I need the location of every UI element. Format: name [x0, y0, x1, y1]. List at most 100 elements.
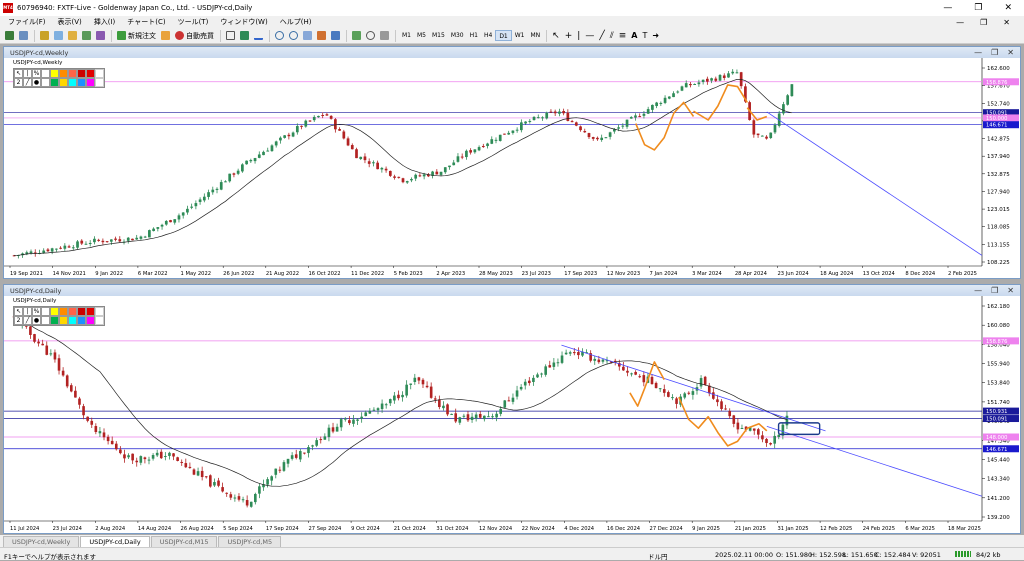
- daily-close-button[interactable]: ✕: [1007, 286, 1014, 295]
- menu-chart[interactable]: チャート(C): [121, 17, 171, 27]
- weekly-chart-window[interactable]: USDJPY-cd,Weekly — ❐ ✕ 162.600 157.670 152…: [3, 46, 1021, 279]
- templates-button[interactable]: [378, 30, 391, 42]
- color-swatch-crimson[interactable]: [86, 307, 95, 316]
- tester-button[interactable]: [94, 30, 107, 42]
- minimize-button[interactable]: —: [943, 3, 952, 13]
- color-swatch-white-2[interactable]: [41, 78, 50, 87]
- metaeditor-button[interactable]: [159, 30, 172, 42]
- daily-minimize-button[interactable]: —: [974, 286, 982, 295]
- color-swatch-cyan[interactable]: [68, 78, 77, 87]
- crosshair-tool-button[interactable]: +: [563, 30, 575, 42]
- pen-icon[interactable]: ╱: [23, 78, 32, 87]
- color-swatch-white-2[interactable]: [41, 316, 50, 325]
- color-swatch-tomato[interactable]: [68, 307, 77, 316]
- menu-file[interactable]: ファイル(F): [2, 17, 52, 27]
- tf-h4[interactable]: H4: [481, 30, 495, 41]
- cursor-tool-button[interactable]: ↖: [550, 30, 562, 42]
- chart-shift-button[interactable]: [315, 30, 328, 42]
- dot-icon[interactable]: ●: [32, 78, 41, 87]
- maximize-button[interactable]: ❐: [974, 3, 982, 13]
- color-swatch-white[interactable]: [41, 69, 50, 78]
- tf-m5[interactable]: M5: [414, 30, 429, 41]
- terminal-button[interactable]: [80, 30, 93, 42]
- menu-insert[interactable]: 挿入(I): [88, 17, 122, 27]
- vertical-line-icon[interactable]: |: [23, 69, 32, 78]
- color-swatch-orange[interactable]: [59, 307, 68, 316]
- color-swatch-magenta[interactable]: [86, 78, 95, 87]
- tf-m1[interactable]: M1: [399, 30, 414, 41]
- vertical-line-icon[interactable]: |: [23, 307, 32, 316]
- color-swatch-tomato[interactable]: [68, 69, 77, 78]
- color-swatch-green[interactable]: [50, 316, 59, 325]
- indicators-button[interactable]: [350, 30, 363, 42]
- line-width-label[interactable]: 2: [14, 316, 23, 325]
- weekly-color-palette[interactable]: ↖ |% 2 ╱ ●: [13, 68, 105, 88]
- mdi-restore-button[interactable]: ❐: [980, 18, 987, 27]
- tile-windows-button[interactable]: [301, 30, 314, 42]
- vline-tool-button[interactable]: |: [575, 30, 582, 42]
- color-swatch-blue[interactable]: [77, 316, 86, 325]
- market-watch-button[interactable]: [38, 30, 51, 42]
- tf-mn[interactable]: MN: [528, 30, 544, 41]
- tf-m15[interactable]: M15: [429, 30, 448, 41]
- hline-tool-button[interactable]: —: [583, 30, 596, 42]
- tab-m15[interactable]: USDJPY-cd,M15: [150, 536, 218, 547]
- tab-m5[interactable]: USDJPY-cd,M5: [218, 536, 282, 547]
- color-swatch-gold[interactable]: [59, 78, 68, 87]
- daily-maximize-button[interactable]: ❐: [991, 286, 998, 295]
- color-swatch-red[interactable]: [77, 69, 86, 78]
- text-tool-button[interactable]: A: [629, 30, 639, 42]
- daily-color-palette[interactable]: ↖ |% 2 ╱ ●: [13, 306, 105, 326]
- daily-chart-window[interactable]: USDJPY-cd,Daily — ❐ ✕ 162.180 160.080 158.…: [3, 284, 1021, 534]
- magnifier-icon[interactable]: %: [32, 307, 41, 316]
- zoom-out-button[interactable]: [287, 30, 300, 42]
- cursor-icon[interactable]: ↖: [14, 69, 23, 78]
- mdi-close-button[interactable]: ✕: [1003, 18, 1010, 27]
- color-swatch-green[interactable]: [50, 78, 59, 87]
- tf-m30[interactable]: M30: [448, 30, 467, 41]
- arrows-tool-button[interactable]: ➜: [650, 30, 661, 42]
- color-swatch-yellow[interactable]: [50, 69, 59, 78]
- line-chart-button[interactable]: [252, 30, 265, 42]
- color-swatch-blank[interactable]: [95, 307, 104, 316]
- weekly-minimize-button[interactable]: —: [974, 48, 982, 57]
- color-swatch-yellow[interactable]: [50, 307, 59, 316]
- candle-chart-button[interactable]: [238, 30, 251, 42]
- color-swatch-red[interactable]: [77, 307, 86, 316]
- line-width-label[interactable]: 2: [14, 78, 23, 87]
- tf-h1[interactable]: H1: [467, 30, 481, 41]
- label-tool-button[interactable]: T: [641, 30, 650, 42]
- color-swatch-cyan[interactable]: [68, 316, 77, 325]
- profiles-button[interactable]: [17, 30, 30, 42]
- tf-w1[interactable]: W1: [512, 30, 528, 41]
- dot-icon[interactable]: ●: [32, 316, 41, 325]
- new-order-button[interactable]: 新規注文: [115, 30, 158, 42]
- trendline-tool-button[interactable]: ╱: [597, 30, 606, 42]
- color-swatch-crimson[interactable]: [86, 69, 95, 78]
- channel-tool-button[interactable]: ⫽: [608, 30, 616, 42]
- color-swatch-orange[interactable]: [59, 69, 68, 78]
- new-chart-button[interactable]: [3, 30, 16, 42]
- weekly-price-chart[interactable]: 162.600157.670152.740147.805142.875137.9…: [4, 58, 1020, 278]
- color-swatch-white[interactable]: [41, 307, 50, 316]
- fibo-tool-button[interactable]: ≡: [617, 30, 629, 42]
- cursor-icon[interactable]: ↖: [14, 307, 23, 316]
- color-swatch-gold[interactable]: [59, 316, 68, 325]
- menu-window[interactable]: ウィンドウ(W): [214, 17, 273, 27]
- color-swatch-blank-2[interactable]: [95, 78, 104, 87]
- auto-trade-button[interactable]: 自動売買: [173, 30, 216, 42]
- menu-tools[interactable]: ツール(T): [172, 17, 215, 27]
- daily-price-chart[interactable]: 162.180 160.080 158.040 155.940 153.840 151.7…: [4, 296, 1020, 533]
- navigator-button[interactable]: [66, 30, 79, 42]
- color-swatch-magenta[interactable]: [86, 316, 95, 325]
- weekly-close-button[interactable]: ✕: [1007, 48, 1014, 57]
- weekly-maximize-button[interactable]: ❐: [991, 48, 998, 57]
- menu-help[interactable]: ヘルプ(H): [274, 17, 318, 27]
- data-window-button[interactable]: [52, 30, 65, 42]
- periods-button[interactable]: [364, 30, 377, 42]
- close-button[interactable]: ✕: [1004, 3, 1012, 13]
- color-swatch-blank[interactable]: [95, 69, 104, 78]
- zoom-in-button[interactable]: [273, 30, 286, 42]
- magnifier-icon[interactable]: %: [32, 69, 41, 78]
- tab-daily[interactable]: USDJPY-cd,Daily: [80, 536, 150, 547]
